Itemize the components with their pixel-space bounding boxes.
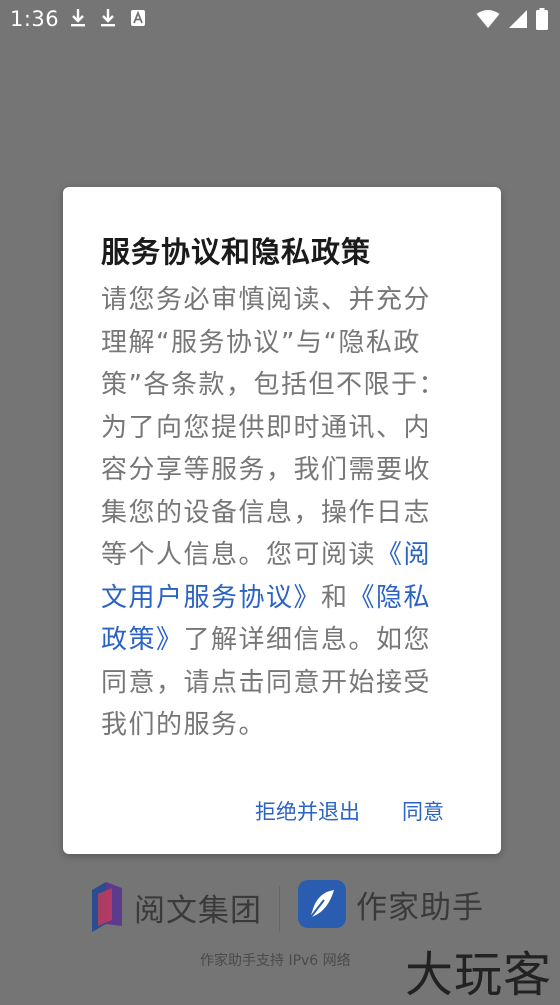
signal-icon	[509, 10, 527, 28]
notification-icons	[70, 8, 146, 28]
body-text: 请您务必审慎阅读、并充分理解“服务协议”与“隐私政策”各条款，包括但不限于：为了…	[101, 285, 446, 570]
ipv6-support-text: 作家助手支持 IPv6 网络	[200, 953, 351, 969]
zuojia-label: 作家助手	[356, 889, 484, 926]
feather-pen-icon	[298, 880, 346, 928]
body-text: 和	[321, 582, 349, 613]
agree-button[interactable]: 同意	[402, 796, 444, 826]
system-icons	[476, 8, 548, 30]
watermark-text: 大玩客	[404, 947, 552, 1003]
zuojia-brand: 作家助手	[298, 880, 484, 928]
download-icon	[71, 9, 85, 27]
yuewen-label: 阅文集团	[134, 892, 262, 929]
brand-divider	[279, 886, 280, 932]
yuewen-brand: 阅文集团	[88, 880, 262, 934]
dialog-title: 服务协议和隐私政策	[101, 235, 372, 269]
dialog-body: 请您务必审慎阅读、并充分理解“服务协议”与“隐私政策”各条款，包括但不限于：为了…	[101, 279, 446, 747]
download-icon	[101, 9, 115, 27]
brand-row: 阅文集团 作家助手	[0, 880, 560, 940]
dialog-actions: 拒绝并退出 同意	[255, 796, 444, 826]
wifi-icon	[476, 10, 500, 28]
status-bar: 1:36	[0, 0, 560, 38]
reject-exit-button[interactable]: 拒绝并退出	[255, 796, 360, 826]
battery-icon	[536, 8, 548, 30]
text-a-icon	[131, 10, 145, 26]
status-time: 1:36	[10, 7, 60, 31]
privacy-dialog: 服务协议和隐私政策 请您务必审慎阅读、并充分理解“服务协议”与“隐私政策”各条款…	[63, 187, 501, 854]
yuewen-logo-icon	[92, 882, 122, 932]
